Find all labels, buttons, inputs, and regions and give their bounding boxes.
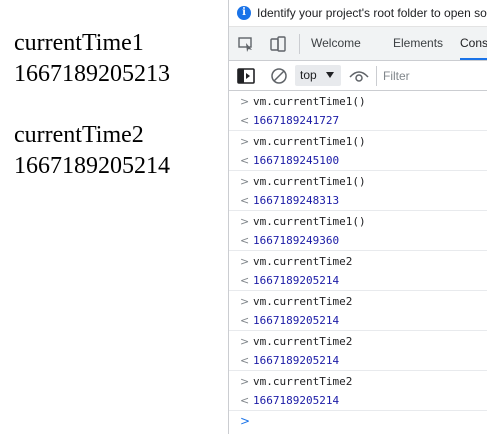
console-command: vm.currentTime1() xyxy=(253,215,366,228)
context-selector-label: top xyxy=(300,68,317,82)
current-time-2-value: 1667189205214 xyxy=(14,153,170,179)
console-result: 1667189245100 xyxy=(253,154,340,167)
output-arrow-icon: < xyxy=(240,194,250,207)
console-command: vm.currentTime2 xyxy=(253,295,353,308)
clear-console-icon[interactable] xyxy=(270,67,288,85)
tab-separator xyxy=(299,34,300,54)
info-icon: i xyxy=(237,6,251,20)
page-content: currentTime1 1667189205213 currentTime2 … xyxy=(0,0,228,434)
console-command: vm.currentTime1() xyxy=(253,175,366,188)
input-arrow-icon[interactable]: > xyxy=(240,132,250,151)
info-bar: i Identify your project's root folder to… xyxy=(229,0,487,27)
input-arrow-icon[interactable]: > xyxy=(240,332,250,351)
console-result-line: < 1667189205214 xyxy=(229,311,487,330)
inspect-element-icon[interactable] xyxy=(237,35,255,53)
console-command: vm.currentTime2 xyxy=(253,255,353,268)
input-arrow-icon[interactable]: > xyxy=(240,292,250,311)
device-toolbar-icon[interactable] xyxy=(269,35,287,53)
console-command-line: > vm.currentTime2 xyxy=(229,372,487,391)
console-command: vm.currentTime1() xyxy=(253,135,366,148)
output-arrow-icon: < xyxy=(240,234,250,247)
current-time-1-label: currentTime1 xyxy=(14,30,144,56)
current-time-1-block: currentTime1 1667189205213 xyxy=(14,28,170,90)
output-arrow-icon: < xyxy=(240,354,250,367)
console-result: 1667189248313 xyxy=(253,194,340,207)
console-result: 1667189205214 xyxy=(253,354,340,367)
context-selector[interactable]: top xyxy=(295,65,341,86)
console-command-line: > vm.currentTime1() xyxy=(229,212,487,231)
console-result: 1667189249360 xyxy=(253,234,340,247)
filter-input[interactable] xyxy=(378,64,487,87)
console-command-line: > vm.currentTime1() xyxy=(229,132,487,151)
console-result: 1667189205214 xyxy=(253,314,340,327)
eye-icon[interactable] xyxy=(349,68,369,84)
console-command-line: > vm.currentTime1() xyxy=(229,92,487,111)
console-result-line: < 1667189249360 xyxy=(229,231,487,250)
console-result-line: < 1667189205214 xyxy=(229,351,487,370)
caret-down-icon xyxy=(326,72,334,78)
output-arrow-icon: < xyxy=(240,274,250,287)
console-entry: > vm.currentTime2 < 1667189205214 xyxy=(229,372,487,411)
console-result: 1667189205214 xyxy=(253,394,340,407)
console-result-line: < 1667189241727 xyxy=(229,111,487,130)
devtools-tab-bar: Welcome Elements Console xyxy=(229,27,487,61)
console-command: vm.currentTime1() xyxy=(253,95,366,108)
console-entry: > vm.currentTime2 < 1667189205214 xyxy=(229,332,487,371)
console-sidebar-icon[interactable] xyxy=(237,68,255,84)
console-command-line: > vm.currentTime2 xyxy=(229,292,487,311)
output-arrow-icon: < xyxy=(240,394,250,407)
console-result-line: < 1667189205214 xyxy=(229,271,487,290)
input-arrow-icon[interactable]: > xyxy=(240,252,250,271)
output-arrow-icon: < xyxy=(240,154,250,167)
tab-welcome[interactable]: Welcome xyxy=(311,27,361,60)
input-arrow-icon[interactable]: > xyxy=(240,372,250,391)
input-arrow-icon[interactable]: > xyxy=(240,212,250,231)
input-arrow-icon[interactable]: > xyxy=(240,92,250,111)
filter-separator xyxy=(376,66,377,86)
console-result-line: < 1667189245100 xyxy=(229,151,487,170)
current-time-2-block: currentTime2 1667189205214 xyxy=(14,120,170,182)
current-time-2-label: currentTime2 xyxy=(14,122,144,148)
tab-console[interactable]: Console xyxy=(460,27,487,60)
console-result-line: < 1667189205214 xyxy=(229,391,487,410)
current-time-1-value: 1667189205213 xyxy=(14,61,170,87)
console-entry: > vm.currentTime2 < 1667189205214 xyxy=(229,292,487,331)
console-toolbar: top xyxy=(229,61,487,91)
tab-elements[interactable]: Elements xyxy=(393,27,443,60)
console-result-line: < 1667189248313 xyxy=(229,191,487,210)
console-command: vm.currentTime2 xyxy=(253,335,353,348)
console-entry: > vm.currentTime1() < 1667189248313 xyxy=(229,172,487,211)
console-result: 1667189241727 xyxy=(253,114,340,127)
output-arrow-icon: < xyxy=(240,114,250,127)
console-result: 1667189205214 xyxy=(253,274,340,287)
console-entry: > vm.currentTime1() < 1667189241727 xyxy=(229,92,487,131)
input-arrow-icon[interactable]: > xyxy=(240,172,250,191)
console-command-line: > vm.currentTime2 xyxy=(229,252,487,271)
console-log: > vm.currentTime1() < 1667189241727 > vm… xyxy=(229,91,487,434)
info-bar-text: Identify your project's root folder to o… xyxy=(257,6,487,20)
output-arrow-icon: < xyxy=(240,314,250,327)
console-entry: > vm.currentTime1() < 1667189245100 xyxy=(229,132,487,171)
prompt-arrow-icon: > xyxy=(240,414,251,428)
devtools-panel: i Identify your project's root folder to… xyxy=(228,0,487,434)
console-command: vm.currentTime2 xyxy=(253,375,353,388)
console-command-line: > vm.currentTime1() xyxy=(229,172,487,191)
console-prompt[interactable]: > xyxy=(229,411,487,431)
console-command-line: > vm.currentTime2 xyxy=(229,332,487,351)
console-entry: > vm.currentTime2 < 1667189205214 xyxy=(229,252,487,291)
console-entry: > vm.currentTime1() < 1667189249360 xyxy=(229,212,487,251)
